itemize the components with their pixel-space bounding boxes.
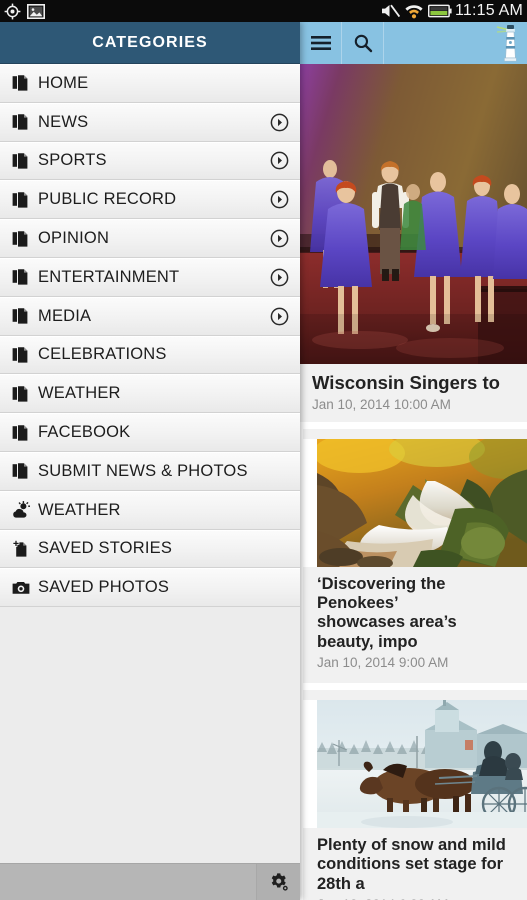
status-bar-clock: 11:15 AM: [454, 2, 523, 19]
app-bar-spacer: [384, 22, 493, 64]
sidebar-item-label: SAVED STORIES: [38, 539, 173, 558]
article-date: Jan 10, 2014 9:00 AM: [317, 655, 449, 671]
sidebar-item-weather[interactable]: WEATHER: [0, 490, 300, 530]
documents-icon: [12, 113, 38, 131]
list-separator: [300, 683, 527, 691]
sun-cloud-icon: [12, 501, 38, 519]
sidebar-item-label: SAVED PHOTOS: [38, 578, 170, 597]
drawer-header: CATEGORIES: [0, 22, 300, 64]
article-card[interactable]: ‘Discovering the Penokees’ showcases are…: [300, 428, 527, 684]
chevron-right-circle-icon[interactable]: [268, 229, 290, 248]
documents-icon: [12, 424, 38, 442]
documents-icon: [12, 385, 38, 403]
sidebar-item-opinion[interactable]: OPINION: [0, 219, 300, 258]
sidebar-item-news[interactable]: NEWS: [0, 102, 300, 142]
article-list-pane: Wisconsin Singers to Jan 10, 2014 10:00 …: [300, 22, 527, 900]
article-text-block: Plenty of snow and mild conditions set s…: [303, 828, 527, 900]
drawer-title: CATEGORIES: [92, 33, 208, 51]
horse-drawn-sleigh-winter-photo: [317, 700, 527, 829]
article-headline: Wisconsin Singers to: [312, 372, 500, 393]
article-card[interactable]: Plenty of snow and mild conditions set s…: [300, 690, 527, 900]
sidebar-item-label: SPORTS: [38, 151, 107, 170]
documents-icon: [12, 152, 38, 170]
wifi-icon: [405, 3, 423, 19]
documents-icon: [12, 268, 38, 286]
article-thumb-wrap: [303, 700, 527, 829]
article-headline-line2: conditions set stage for 28th a: [317, 855, 504, 893]
article-headline-line2: showcases area’s beauty, impo: [317, 613, 457, 651]
screenshot-image-icon: [27, 3, 45, 19]
article-text-block: ‘Discovering the Penokees’ showcases are…: [303, 567, 527, 674]
hamburger-menu-icon: [310, 35, 332, 51]
settings-gear-icon: [269, 872, 289, 892]
chevron-right-circle-icon[interactable]: [268, 268, 290, 287]
documents-icon: [12, 191, 38, 209]
documents-icon: [12, 74, 38, 92]
hamburger-menu-button[interactable]: [300, 22, 342, 64]
camera-icon: [12, 579, 38, 597]
status-bar: 11:15 AM: [0, 0, 527, 22]
sidebar-item-home[interactable]: HOME: [0, 64, 300, 103]
chevron-right-circle-icon[interactable]: [268, 151, 290, 170]
sidebar-item-label: NEWS: [38, 112, 89, 131]
sidebar-item-label: MEDIA: [38, 306, 92, 325]
app-logo: [493, 22, 527, 64]
drawer-empty-area: [0, 607, 300, 900]
settings-button[interactable]: [256, 864, 300, 900]
sidebar-item-saved-stories[interactable]: SAVED STORIES: [0, 529, 300, 569]
sidebar-item-submit-news-photos[interactable]: SUBMIT NEWS & PHOTOS: [0, 451, 300, 491]
system-navigation-bar: [0, 863, 300, 900]
article-date: Jan 10, 2014 10:00 AM: [312, 396, 451, 412]
sidebar-item-celebrations[interactable]: CELEBRATIONS: [0, 335, 300, 375]
sidebar-item-label: ENTERTAINMENT: [38, 267, 180, 286]
gps-icon: [4, 3, 21, 20]
article-headline-line1: ‘Discovering the Penokees’: [317, 574, 446, 613]
categories-drawer: CATEGORIES HOME NEWS SPORTS PUBLIC RECORD OP…: [0, 22, 300, 900]
article-scroll-area[interactable]: Wisconsin Singers to Jan 10, 2014 10:00 …: [300, 64, 527, 900]
search-button[interactable]: [342, 22, 384, 64]
sidebar-item-label: FACEBOOK: [38, 423, 131, 442]
sidebar-item-label: OPINION: [38, 229, 110, 248]
stage-performers-purple-dresses-photo: [300, 64, 527, 364]
chevron-right-circle-icon[interactable]: [268, 113, 290, 132]
article-thumb-wrap: [303, 438, 527, 567]
sidebar-item-label: WEATHER: [38, 384, 121, 403]
documents-icon: [12, 462, 38, 480]
sidebar-item-saved-photos[interactable]: SAVED PHOTOS: [0, 568, 300, 608]
sidebar-item-media[interactable]: MEDIA: [0, 296, 300, 336]
sidebar-item-sports[interactable]: SPORTS: [0, 141, 300, 181]
sidebar-item-facebook[interactable]: FACEBOOK: [0, 413, 300, 452]
sidebar-item-label: HOME: [38, 73, 89, 92]
sidebar-item-label: WEATHER: [38, 500, 121, 519]
sidebar-item-public-record[interactable]: PUBLIC RECORD: [0, 180, 300, 220]
category-menu-list[interactable]: HOME NEWS SPORTS PUBLIC RECORD OPINION ENTERT…: [0, 64, 300, 608]
lighthouse-logo-icon: [495, 22, 525, 64]
search-icon: [353, 33, 373, 53]
status-bar-right-icons: [381, 3, 455, 19]
chevron-right-circle-icon[interactable]: [268, 190, 290, 209]
sidebar-item-label: SUBMIT NEWS & PHOTOS: [38, 461, 248, 480]
documents-icon: [12, 230, 38, 248]
list-separator: [300, 421, 527, 429]
autumn-waterfall-forest-photo: [317, 438, 527, 567]
phone-screen: Wisconsin Singers to Jan 10, 2014 10:00 …: [0, 0, 527, 900]
app-bar: [300, 22, 527, 64]
documents-icon: [12, 307, 38, 325]
navbar-empty-space: [0, 864, 256, 900]
documents-icon: [12, 346, 38, 364]
document-plus-icon: [12, 540, 38, 558]
article-headline-line1: Plenty of snow and mild: [317, 836, 506, 855]
article-card-hero[interactable]: Wisconsin Singers to Jan 10, 2014 10:00 …: [300, 64, 527, 422]
sidebar-item-weather[interactable]: WEATHER: [0, 374, 300, 414]
status-bar-left-icons: [4, 3, 45, 20]
chevron-right-circle-icon[interactable]: [268, 307, 290, 326]
sidebar-item-label: PUBLIC RECORD: [38, 190, 177, 209]
sidebar-item-entertainment[interactable]: ENTERTAINMENT: [0, 257, 300, 297]
mute-icon: [381, 3, 400, 19]
hero-headline-block: Wisconsin Singers to Jan 10, 2014 10:00 …: [300, 364, 527, 422]
battery-icon: [427, 4, 452, 18]
sidebar-item-label: CELEBRATIONS: [38, 345, 167, 364]
